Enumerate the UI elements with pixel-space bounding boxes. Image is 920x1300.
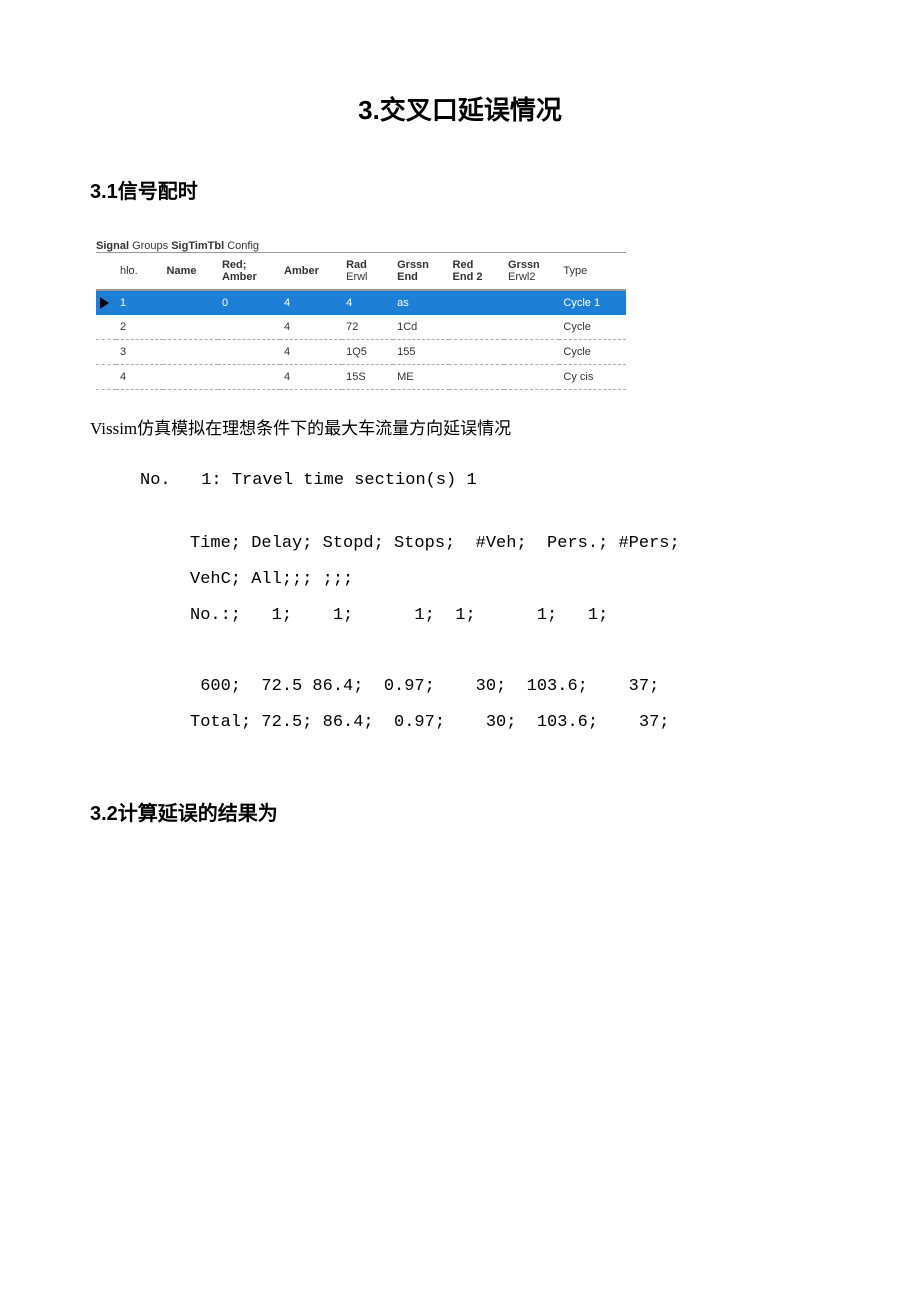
travel-time-data-block: Time; Delay; Stopd; Stops; #Veh; Pers.; … xyxy=(190,526,830,740)
cell-grssn2 xyxy=(504,290,559,315)
cell-type: Cycle xyxy=(559,315,626,340)
cell-type: Cy cis xyxy=(559,365,626,390)
cell-type: Cycle xyxy=(559,340,626,365)
signal-groups-table-wrap: Signal Groups SigTimTbl Config hlo. Name… xyxy=(96,240,626,390)
col-grssn2: GrssnErwl2 xyxy=(504,253,559,291)
cell-amber: 4 xyxy=(280,315,342,340)
col-marker xyxy=(96,253,116,291)
cell-red-amber: 0 xyxy=(218,290,280,315)
cell-n: 3 xyxy=(116,340,163,365)
col-red-amber: Red;Amber xyxy=(218,253,280,291)
cell-name xyxy=(163,365,218,390)
row-marker xyxy=(96,315,116,340)
table-row[interactable]: 3 4 1Q5 155 Cycle xyxy=(96,340,626,365)
cell-grssn2 xyxy=(504,315,559,340)
cell-rad: 15S xyxy=(342,365,393,390)
row-marker xyxy=(96,340,116,365)
title-part-config: Config xyxy=(224,240,259,252)
signal-groups-table-title: Signal Groups SigTimTbl Config xyxy=(96,240,626,252)
cell-grssn: as xyxy=(393,290,448,315)
table-row[interactable]: 1 0 4 4 as Cycle 1 xyxy=(96,290,626,315)
cell-grssn: ME xyxy=(393,365,448,390)
title-part-signal: Signal xyxy=(96,240,129,252)
title-part-sigtimtbl: SigTimTbl xyxy=(171,240,224,252)
cell-amber: 4 xyxy=(280,365,342,390)
cell-amber: 4 xyxy=(280,290,342,315)
cell-red2 xyxy=(449,290,504,315)
travel-time-header-line: No. 1: Travel time section(s) 1 xyxy=(140,463,830,499)
row-marker xyxy=(96,290,116,315)
vissim-description: Vissim仿真模拟在理想条件下的最大车流量方向延误情况 xyxy=(90,414,830,445)
section-heading-signal-timing: 3.1信号配时 xyxy=(90,175,830,204)
cell-red-amber xyxy=(218,340,280,365)
cell-name xyxy=(163,290,218,315)
page-title: 3.交叉口延误情况 xyxy=(90,90,830,127)
cell-name xyxy=(163,315,218,340)
col-grssn-end: GrssnEnd xyxy=(393,253,448,291)
cell-red2 xyxy=(449,340,504,365)
row-marker xyxy=(96,365,116,390)
cell-n: 1 xyxy=(116,290,163,315)
cell-grssn2 xyxy=(504,365,559,390)
cell-red-amber xyxy=(218,365,280,390)
cell-rad: 1Q5 xyxy=(342,340,393,365)
signal-groups-table: hlo. Name Red;Amber Amber RadErwl GrssnE… xyxy=(96,252,626,390)
cell-type: Cycle 1 xyxy=(559,290,626,315)
cell-amber: 4 xyxy=(280,340,342,365)
cell-rad: 4 xyxy=(342,290,393,315)
cell-rad: 72 xyxy=(342,315,393,340)
cell-n: 2 xyxy=(116,315,163,340)
col-red-end2: RedEnd 2 xyxy=(449,253,504,291)
col-rad: RadErwl xyxy=(342,253,393,291)
cell-red-amber xyxy=(218,315,280,340)
cell-grssn: 1Cd xyxy=(393,315,448,340)
table-row[interactable]: 4 4 15S ME Cy cis xyxy=(96,365,626,390)
table-row[interactable]: 2 4 72 1Cd Cycle xyxy=(96,315,626,340)
col-hlo: hlo. xyxy=(116,253,163,291)
col-type: Type xyxy=(559,253,626,291)
cell-red2 xyxy=(449,315,504,340)
cell-grssn: 155 xyxy=(393,340,448,365)
col-name: Name xyxy=(163,253,218,291)
section-heading-calc-delay: 3.2计算延误的结果为 xyxy=(90,797,830,826)
cell-n: 4 xyxy=(116,365,163,390)
cell-red2 xyxy=(449,365,504,390)
cell-name xyxy=(163,340,218,365)
col-amber: Amber xyxy=(280,253,342,291)
table-header-row: hlo. Name Red;Amber Amber RadErwl GrssnE… xyxy=(96,253,626,291)
play-icon xyxy=(100,297,109,309)
cell-grssn2 xyxy=(504,340,559,365)
title-part-groups: Groups xyxy=(129,240,171,252)
